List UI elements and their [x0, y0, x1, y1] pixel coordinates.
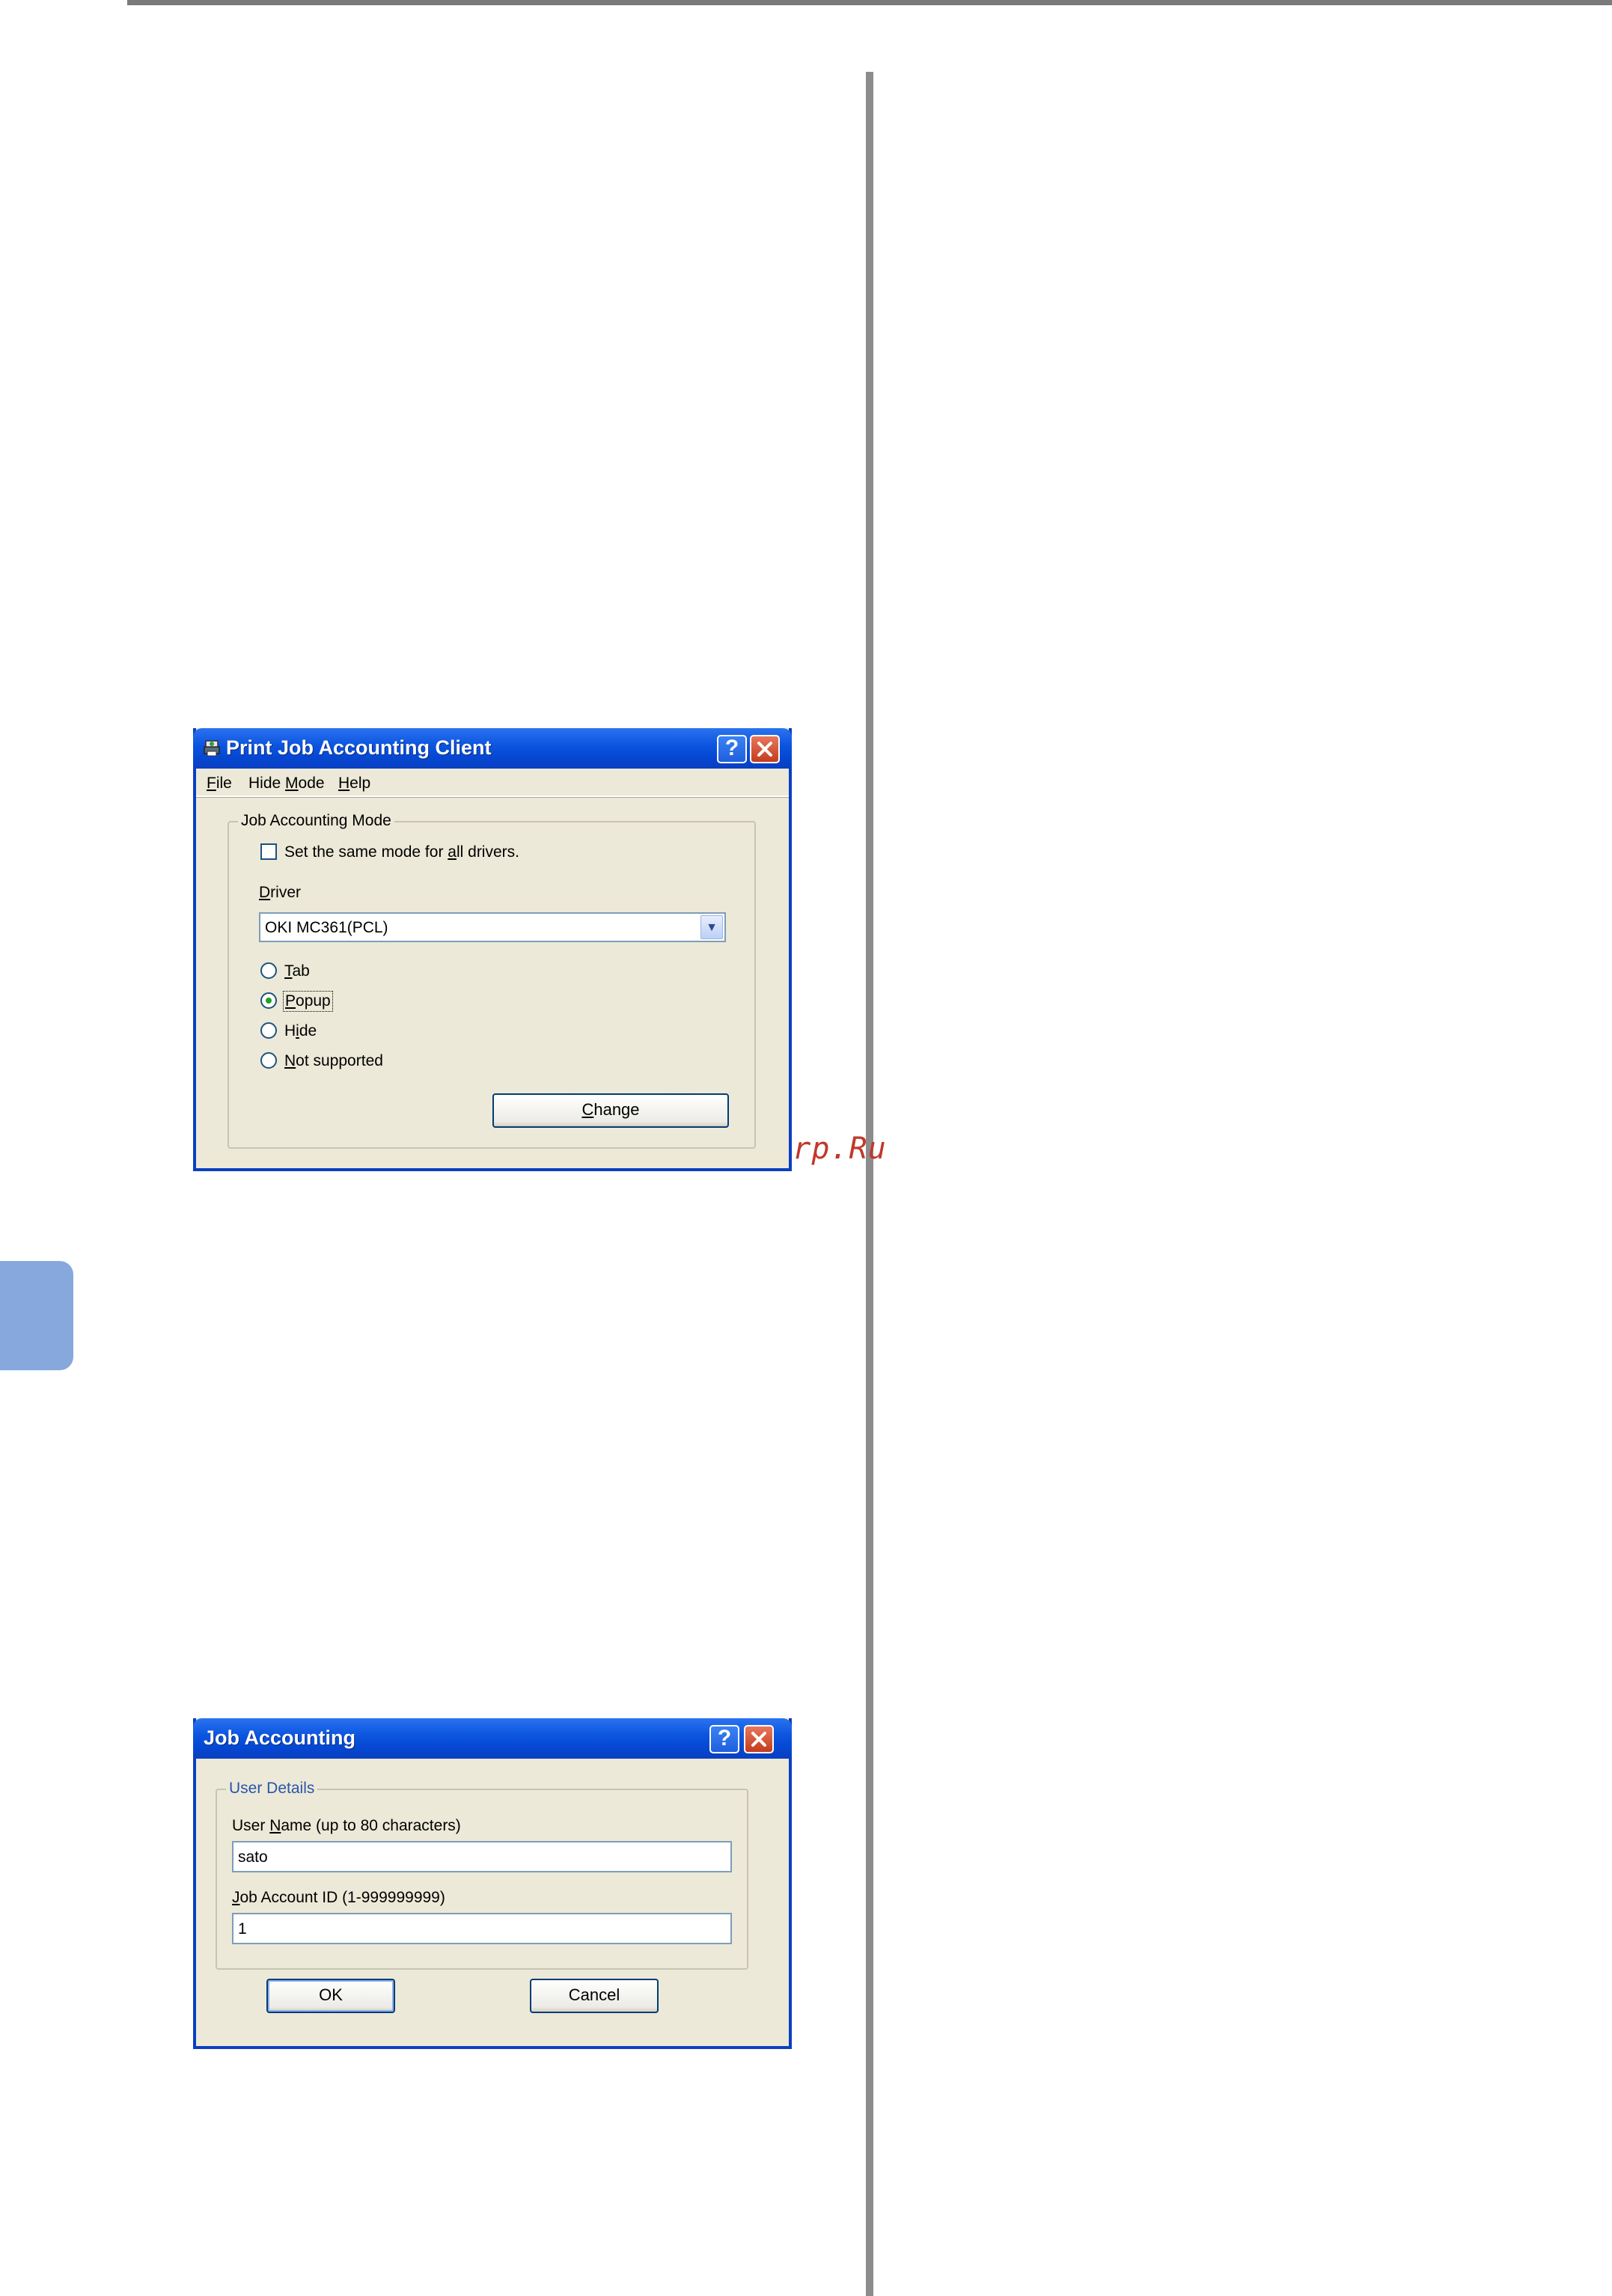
same-mode-checkbox[interactable] [260, 843, 277, 860]
top-rule [127, 0, 1612, 5]
radio-not-supported[interactable] [260, 1052, 277, 1069]
driver-label: Driver [259, 884, 302, 901]
group-label: Job Accounting Mode [238, 812, 394, 830]
title-bar[interactable]: Print Job Accounting Client ? [193, 728, 792, 769]
title-bar[interactable]: Job Accounting ? [193, 1718, 792, 1759]
group-label: User Details [226, 1780, 318, 1798]
chapter-side-tab [0, 1261, 73, 1370]
dropdown-arrow-icon[interactable]: ▼ [700, 915, 723, 939]
job-accounting-window: Job Accounting ? User Details User Name … [193, 1718, 792, 2049]
change-button[interactable]: Change [492, 1093, 729, 1128]
menu-help[interactable]: Help [338, 775, 370, 793]
user-name-label: User Name (up to 80 characters) [232, 1817, 461, 1834]
driver-select-value: OKI MC361(PCL) [265, 919, 388, 936]
radio-popup[interactable] [260, 992, 277, 1009]
close-button[interactable] [744, 1725, 774, 1753]
cancel-button[interactable]: Cancel [530, 1979, 659, 2013]
ok-button[interactable]: OK [266, 1979, 395, 2013]
close-icon [757, 742, 772, 757]
close-button[interactable] [750, 735, 780, 763]
account-id-label: Job Account ID (1-999999999) [232, 1889, 445, 1906]
radio-tab[interactable] [260, 962, 277, 979]
menu-file[interactable]: File [207, 775, 232, 793]
driver-select[interactable]: OKI MC361(PCL) ▼ [259, 912, 726, 942]
radio-not-supported-label[interactable]: Not supported [284, 1052, 383, 1070]
printer-app-icon [204, 740, 220, 757]
window-title: Print Job Accounting Client [226, 736, 492, 759]
radio-hide-label[interactable]: Hide [284, 1022, 317, 1040]
close-icon [751, 1732, 766, 1747]
help-button[interactable]: ? [717, 735, 747, 763]
print-job-accounting-client-window: Print Job Accounting Client ? File Hide … [193, 728, 792, 1171]
help-button[interactable]: ? [709, 1725, 739, 1753]
menu-hide-mode[interactable]: Hide Mode [248, 775, 325, 793]
radio-popup-label[interactable]: Popup [283, 991, 333, 1012]
user-name-field[interactable]: sato [232, 1841, 732, 1872]
window-title: Job Accounting [204, 1726, 355, 1749]
radio-tab-label[interactable]: Tab [284, 962, 310, 980]
radio-hide[interactable] [260, 1022, 277, 1039]
same-mode-checkbox-label[interactable]: Set the same mode for all drivers. [284, 843, 519, 861]
menu-bar: File Hide Mode Help [196, 769, 789, 797]
column-divider [866, 72, 873, 2296]
account-id-value: 1 [238, 1920, 247, 1938]
account-id-field[interactable]: 1 [232, 1913, 732, 1944]
user-name-value: sato [238, 1848, 268, 1866]
